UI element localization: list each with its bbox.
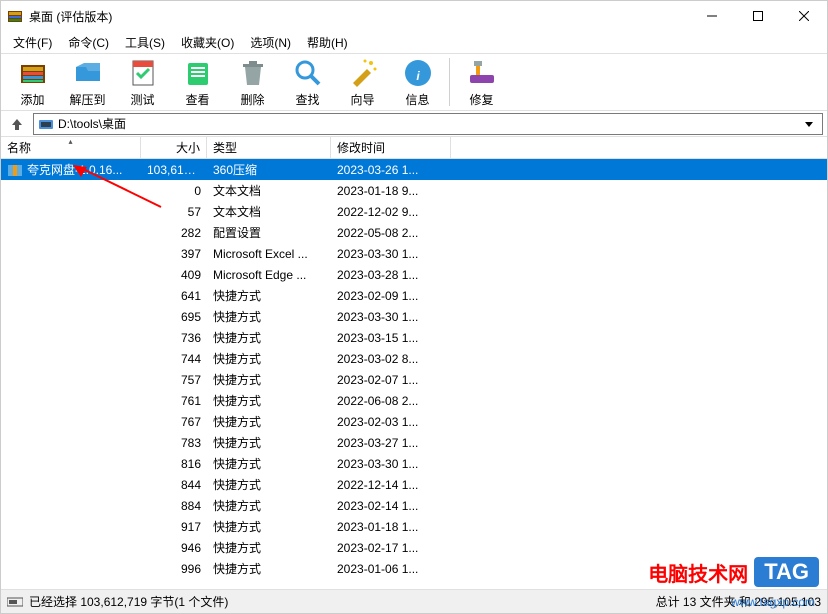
table-row[interactable]: 57文本文档2022-12-02 9... (1, 201, 827, 222)
menu-command[interactable]: 命令(C) (62, 32, 115, 53)
delete-icon (237, 57, 269, 89)
table-row[interactable]: 816快捷方式2023-03-30 1... (1, 453, 827, 474)
tool-test-button[interactable]: 测试 (115, 55, 170, 109)
menu-favorites[interactable]: 收藏夹(O) (175, 32, 240, 53)
toolbar: 添加解压到测试查看删除查找向导i信息修复 (1, 53, 827, 111)
status-selection: 已经选择 103,612,719 字节(1 个文件) (29, 593, 228, 610)
address-bar: D:\tools\桌面 (1, 111, 827, 137)
file-icon (7, 372, 23, 388)
status-icon (7, 596, 23, 608)
table-row[interactable]: 夸克网盘-1.0.16...103,612,7...360压缩2023-03-2… (1, 159, 827, 180)
watermark-url: www.tagxp.com (731, 595, 815, 609)
table-row[interactable]: 641快捷方式2023-02-09 1... (1, 285, 827, 306)
test-icon (127, 57, 159, 89)
window-controls (689, 1, 827, 31)
file-icon (7, 204, 23, 220)
file-icon (7, 267, 23, 283)
address-dropdown-icon[interactable] (800, 120, 818, 128)
info-icon: i (402, 57, 434, 89)
app-icon (7, 8, 23, 24)
wizard-icon (347, 57, 379, 89)
address-text: D:\tools\桌面 (58, 115, 126, 132)
table-row[interactable]: 767快捷方式2023-02-03 1... (1, 411, 827, 432)
table-row[interactable]: 744快捷方式2023-03-02 8... (1, 348, 827, 369)
header-date[interactable]: 修改时间 (331, 137, 451, 158)
header-size[interactable]: 大小 (141, 137, 207, 158)
tool-repair-button[interactable]: 修复 (454, 55, 509, 109)
address-input[interactable]: D:\tools\桌面 (33, 113, 823, 135)
tool-delete-button[interactable]: 删除 (225, 55, 280, 109)
file-icon (7, 183, 23, 199)
file-icon (7, 330, 23, 346)
extract-icon (72, 57, 104, 89)
titlebar: 桌面 (评估版本) (1, 1, 827, 31)
table-row[interactable]: 736快捷方式2023-03-15 1... (1, 327, 827, 348)
table-row[interactable]: 783快捷方式2023-03-27 1... (1, 432, 827, 453)
file-icon (7, 435, 23, 451)
header-name[interactable]: 名称▴ (1, 137, 141, 158)
table-row[interactable]: 757快捷方式2023-02-07 1... (1, 369, 827, 390)
menu-help[interactable]: 帮助(H) (301, 32, 354, 53)
tool-info-button[interactable]: i信息 (390, 55, 445, 109)
menu-options[interactable]: 选项(N) (244, 32, 297, 53)
file-list[interactable]: 夸克网盘-1.0.16...103,612,7...360压缩2023-03-2… (1, 159, 827, 583)
status-bar: 已经选择 103,612,719 字节(1 个文件) 总计 13 文件夹 和 2… (1, 589, 827, 613)
header-type[interactable]: 类型 (207, 137, 331, 158)
menu-bar: 文件(F) 命令(C) 工具(S) 收藏夹(O) 选项(N) 帮助(H) (1, 31, 827, 53)
file-icon (7, 288, 23, 304)
up-button[interactable] (5, 113, 29, 135)
table-row[interactable]: 917快捷方式2023-01-18 1... (1, 516, 827, 537)
file-icon (7, 393, 23, 409)
find-icon (292, 57, 324, 89)
tool-add-button[interactable]: 添加 (5, 55, 60, 109)
drive-icon (38, 116, 54, 132)
menu-file[interactable]: 文件(F) (7, 32, 58, 53)
minimize-button[interactable] (689, 1, 735, 31)
table-row[interactable]: 844快捷方式2022-12-14 1... (1, 474, 827, 495)
window-title: 桌面 (评估版本) (29, 8, 689, 25)
table-row[interactable]: 761快捷方式2022-06-08 2... (1, 390, 827, 411)
tool-wizard-button[interactable]: 向导 (335, 55, 390, 109)
table-row[interactable]: 0文本文档2023-01-18 9... (1, 180, 827, 201)
tool-extract-button[interactable]: 解压到 (60, 55, 115, 109)
close-button[interactable] (781, 1, 827, 31)
file-icon (7, 246, 23, 262)
add-icon (17, 57, 49, 89)
table-row[interactable]: 282配置设置2022-05-08 2... (1, 222, 827, 243)
file-icon (7, 477, 23, 493)
menu-tools[interactable]: 工具(S) (119, 32, 171, 53)
sort-asc-icon: ▴ (68, 137, 72, 146)
file-icon (7, 309, 23, 325)
file-icon (7, 162, 23, 178)
file-icon (7, 540, 23, 556)
watermark-text: 电脑技术网 (648, 558, 748, 587)
watermark: 电脑技术网 TAG (648, 557, 819, 587)
file-icon (7, 414, 23, 430)
tool-find-button[interactable]: 查找 (280, 55, 335, 109)
repair-icon (466, 57, 498, 89)
file-icon (7, 456, 23, 472)
maximize-button[interactable] (735, 1, 781, 31)
table-row[interactable]: 884快捷方式2023-02-14 1... (1, 495, 827, 516)
table-row[interactable]: 695快捷方式2023-03-30 1... (1, 306, 827, 327)
file-icon (7, 561, 23, 577)
file-icon (7, 498, 23, 514)
table-row[interactable]: 397Microsoft Excel ...2023-03-30 1... (1, 243, 827, 264)
table-row[interactable]: 409Microsoft Edge ...2023-03-28 1... (1, 264, 827, 285)
table-row[interactable]: 946快捷方式2023-02-17 1... (1, 537, 827, 558)
file-icon (7, 225, 23, 241)
tool-view-button[interactable]: 查看 (170, 55, 225, 109)
watermark-tag: TAG (754, 557, 819, 587)
file-icon (7, 351, 23, 367)
view-icon (182, 57, 214, 89)
file-icon (7, 519, 23, 535)
column-headers: 名称▴ 大小 类型 修改时间 (1, 137, 827, 159)
